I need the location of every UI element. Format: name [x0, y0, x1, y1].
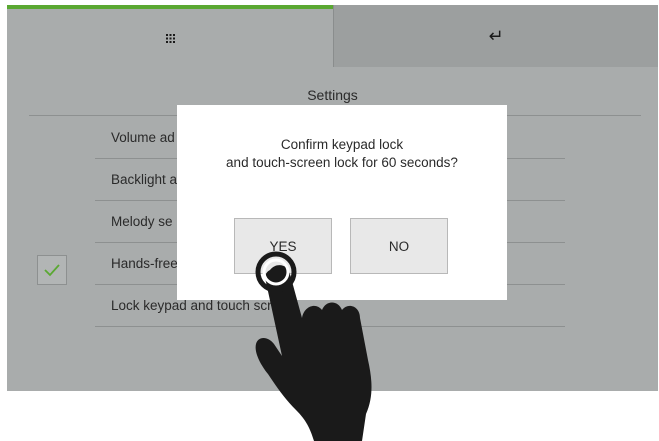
- list-item-label: Melody se: [111, 214, 173, 229]
- dialog-message-line2: and touch-screen lock for 60 seconds?: [226, 155, 458, 170]
- pointing-hand-icon: [255, 251, 372, 441]
- grid-icon: [165, 33, 175, 43]
- dialog-message-line1: Confirm keypad lock: [280, 137, 404, 152]
- checkmark-icon: [44, 264, 60, 277]
- back-tab[interactable]: ↵: [333, 5, 658, 67]
- list-item-label: Backlight a: [111, 172, 178, 187]
- dialog-message: Confirm keypad lock and touch-screen loc…: [177, 136, 507, 172]
- list-item-label: Volume ad: [111, 130, 175, 145]
- return-arrow-icon: ↵: [488, 25, 504, 47]
- list-item-label: Hands-free: [111, 256, 178, 271]
- menu-tab[interactable]: [7, 5, 333, 67]
- top-bar: ↵: [7, 5, 658, 67]
- hands-free-checkbox[interactable]: [37, 255, 67, 285]
- page-title: Settings: [307, 87, 358, 103]
